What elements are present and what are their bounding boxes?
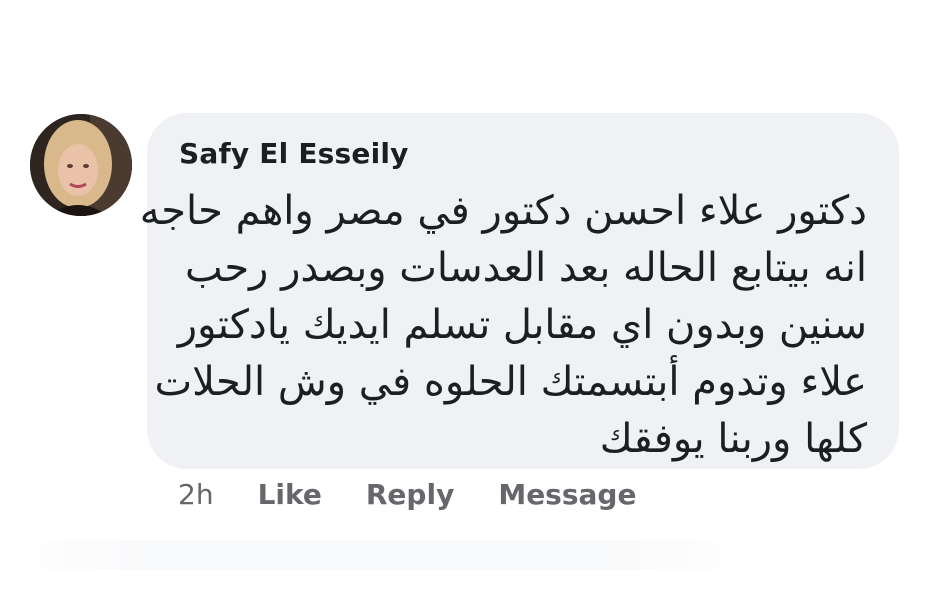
comment-text-line: علاء وتدوم أبتسمتك الحلوه في وش الحلات: [154, 359, 868, 405]
comment-text-line: دكتور علاء احسن دكتور في مصر واهم حاجه: [139, 188, 867, 234]
like-button[interactable]: Like: [258, 478, 322, 511]
comment-text-line: كلها وربنا يوفقك: [599, 416, 867, 462]
comment-text-line: سنين وبدون اي مقابل تسلم ايديك يادكتور: [177, 302, 867, 348]
divider: [0, 540, 760, 570]
profile-photo-icon: [30, 114, 132, 216]
comment-actions: 2h Like Reply Message: [178, 476, 636, 512]
comment-author[interactable]: Safy El Esseily: [179, 137, 409, 170]
comment-text: دكتور علاء احسن دكتور في مصر واهم حاجه ا…: [139, 183, 868, 468]
reply-button[interactable]: Reply: [366, 478, 454, 511]
comment-bubble: Safy El Esseily دكتور علاء احسن دكتور في…: [139, 113, 899, 469]
comment: Safy El Esseily دكتور علاء احسن دكتور في…: [0, 0, 950, 600]
comment-timestamp[interactable]: 2h: [178, 478, 214, 511]
message-button[interactable]: Message: [498, 478, 636, 511]
avatar[interactable]: [30, 114, 132, 216]
comment-text-line: انه بيتابع الحاله بعد العدسات وبصدر رحب: [185, 245, 867, 291]
